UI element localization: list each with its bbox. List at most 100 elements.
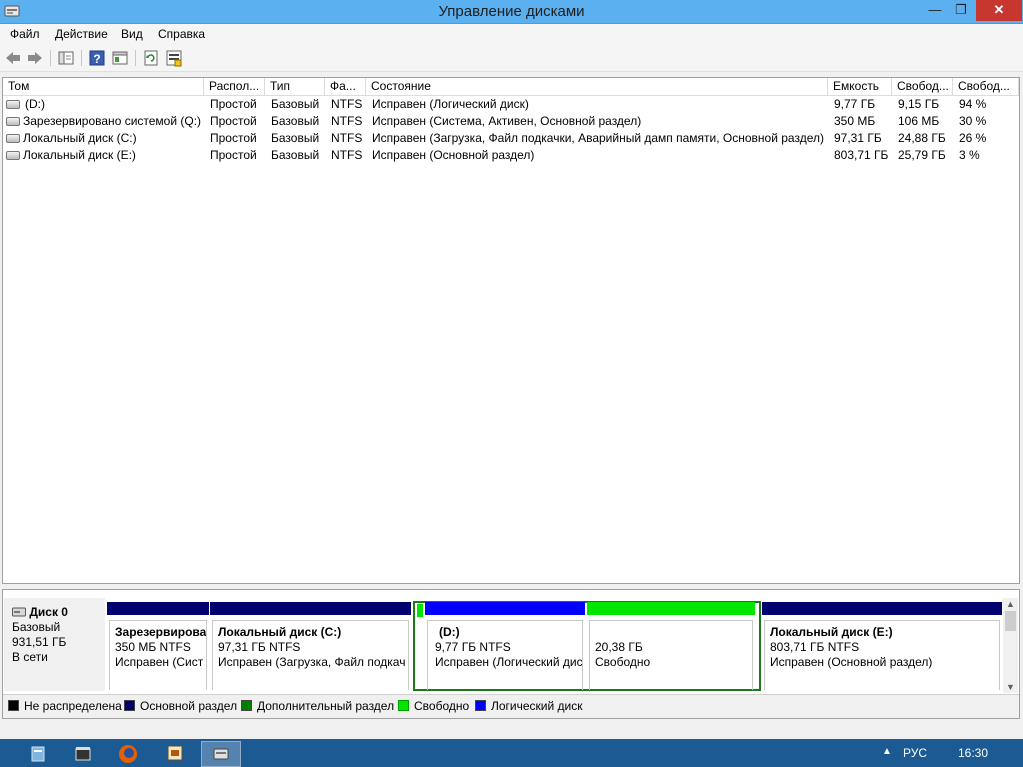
row-type: Базовый	[271, 97, 320, 111]
partition-size: 97,31 ГБ NTFS	[218, 640, 301, 654]
row-status: Исправен (Основной раздел)	[372, 148, 535, 162]
row-type: Базовый	[271, 131, 320, 145]
row-volume: Локальный диск (E:)	[23, 148, 136, 162]
row-volume: Локальный диск (C:)	[23, 131, 137, 145]
column-header-volume[interactable]: Том	[3, 78, 204, 96]
menu-file[interactable]: Файл	[10, 27, 40, 41]
media-player-icon[interactable]	[63, 741, 103, 767]
properties-icon[interactable]	[111, 49, 129, 67]
column-header-status[interactable]: Состояние	[366, 78, 828, 96]
partition-status: Исправен (Сист	[115, 655, 204, 669]
row-filesystem: NTFS	[331, 131, 363, 145]
forward-arrow-icon[interactable]	[26, 49, 44, 67]
scroll-up-icon[interactable]: ▲	[1006, 599, 1015, 609]
partition-free-space[interactable]: 20,38 ГБ Свободно	[587, 602, 755, 690]
row-capacity: 97,31 ГБ	[834, 131, 882, 145]
legend-item-unallocated: Не распределена	[8, 700, 122, 714]
partition-status: Исправен (Загрузка, Файл подкач	[218, 655, 406, 669]
close-button[interactable]: ✕	[976, 0, 1022, 21]
row-status: Исправен (Логический диск)	[372, 97, 529, 111]
volume-list: Том Распол... Тип Фа... Состояние Емкост…	[2, 77, 1020, 584]
disk-size: 931,51 ГБ	[12, 635, 67, 649]
partition-size: 20,38 ГБ	[595, 640, 643, 654]
partition-name: Зарезервирова	[115, 625, 207, 639]
disk-0-label[interactable]: Диск 0 Базовый 931,51 ГБ В сети	[4, 598, 105, 691]
scroll-thumb[interactable]	[1005, 611, 1016, 631]
language-indicator[interactable]: РУС	[903, 746, 927, 760]
row-free-space: 9,15 ГБ	[898, 97, 940, 111]
presentation-icon[interactable]	[155, 741, 195, 767]
row-capacity: 9,77 ГБ	[834, 97, 876, 111]
firefox-icon[interactable]	[108, 741, 148, 767]
column-header-type[interactable]: Тип	[265, 78, 325, 96]
column-header-free-percent[interactable]: Свобод...	[953, 78, 1019, 96]
show-hidden-icons-icon[interactable]: ▲	[882, 746, 892, 757]
row-layout: Простой	[210, 131, 257, 145]
disk-icon-title: Диск 0	[12, 605, 105, 620]
row-type: Базовый	[271, 148, 320, 162]
row-free-percent: 94 %	[959, 97, 987, 111]
svg-text:?: ?	[93, 52, 100, 66]
partition-e[interactable]: Локальный диск (E:) 803,71 ГБ NTFS Испра…	[762, 602, 1002, 690]
partition-d[interactable]: (D:) 9,77 ГБ NTFS Исправен (Логический д…	[425, 602, 585, 690]
partition-size: 9,77 ГБ NTFS	[435, 640, 511, 654]
partition-c[interactable]: Локальный диск (C:) 97,31 ГБ NTFS Исправ…	[210, 602, 411, 690]
table-row[interactable]: Локальный диск (E:) Простой Базовый NTFS…	[3, 147, 1019, 164]
column-header-capacity[interactable]: Емкость	[828, 78, 892, 96]
menu-bar: Файл Действие Вид Справка	[0, 24, 1023, 44]
settings-icon[interactable]	[165, 49, 183, 67]
console-tree-icon[interactable]	[57, 49, 75, 67]
partition-name: Локальный диск (C:)	[218, 625, 342, 639]
toolbar: ?	[0, 44, 1023, 72]
row-layout: Простой	[210, 114, 257, 128]
partition-bar	[587, 602, 755, 615]
column-header-filesystem[interactable]: Фа...	[325, 78, 366, 96]
partition-status: Исправен (Основной раздел)	[770, 655, 933, 669]
table-row[interactable]: (D:) Простой Базовый NTFS Исправен (Логи…	[3, 96, 1019, 113]
row-filesystem: NTFS	[331, 97, 363, 111]
clock[interactable]: 16:30	[958, 746, 988, 760]
partition-bar	[107, 602, 209, 615]
disk-management-icon[interactable]	[201, 741, 241, 767]
back-arrow-icon[interactable]	[4, 49, 22, 67]
menu-help[interactable]: Справка	[158, 27, 205, 41]
help-icon[interactable]: ?	[88, 49, 106, 67]
row-layout: Простой	[210, 97, 257, 111]
legend: Не распределена Основной раздел Дополнит…	[3, 694, 1019, 718]
row-status: Исправен (Загрузка, Файл подкачки, Авари…	[372, 131, 824, 145]
menu-view[interactable]: Вид	[121, 27, 143, 41]
legend-item-logical: Логический диск	[475, 700, 583, 714]
menu-action[interactable]: Действие	[55, 27, 108, 41]
list-header: Том Распол... Тип Фа... Состояние Емкост…	[3, 78, 1019, 96]
legend-item-free: Свободно	[398, 700, 469, 714]
minimize-button[interactable]: —	[922, 0, 948, 21]
column-header-free-space[interactable]: Свобод...	[892, 78, 953, 96]
row-free-space: 106 МБ	[898, 114, 940, 128]
graph-vertical-scrollbar[interactable]: ▲ ▼	[1003, 598, 1018, 693]
disk-graphical-view: Диск 0 Базовый 931,51 ГБ В сети Зарезерв…	[2, 589, 1020, 719]
drive-icon	[6, 100, 20, 109]
row-status: Исправен (Система, Активен, Основной раз…	[372, 114, 642, 128]
row-free-percent: 30 %	[959, 114, 987, 128]
row-filesystem: NTFS	[331, 148, 363, 162]
row-volume: (D:)	[25, 97, 45, 111]
table-row[interactable]: Зарезервировано системой (Q:) Простой Ба…	[3, 113, 1019, 130]
partition-size: 803,71 ГБ NTFS	[770, 640, 860, 654]
file-explorer-icon[interactable]	[18, 741, 58, 767]
partition-system-reserved[interactable]: Зарезервирова 350 МБ NTFS Исправен (Сист	[107, 602, 209, 690]
maximize-button[interactable]: ❐	[948, 0, 974, 21]
row-filesystem: NTFS	[331, 114, 363, 128]
scroll-down-icon[interactable]: ▼	[1006, 682, 1015, 692]
row-volume: Зарезервировано системой (Q:)	[23, 114, 202, 128]
partition-size: 350 МБ NTFS	[115, 640, 191, 654]
column-header-layout[interactable]: Распол...	[204, 78, 265, 96]
row-capacity: 803,71 ГБ	[834, 148, 889, 162]
row-layout: Простой	[210, 148, 257, 162]
row-type: Базовый	[271, 114, 320, 128]
row-free-percent: 26 %	[959, 131, 987, 145]
table-row[interactable]: Локальный диск (C:) Простой Базовый NTFS…	[3, 130, 1019, 147]
partition-bar	[425, 602, 585, 615]
row-free-space: 24,88 ГБ	[898, 131, 946, 145]
row-capacity: 350 МБ	[834, 114, 876, 128]
refresh-icon[interactable]	[142, 49, 160, 67]
